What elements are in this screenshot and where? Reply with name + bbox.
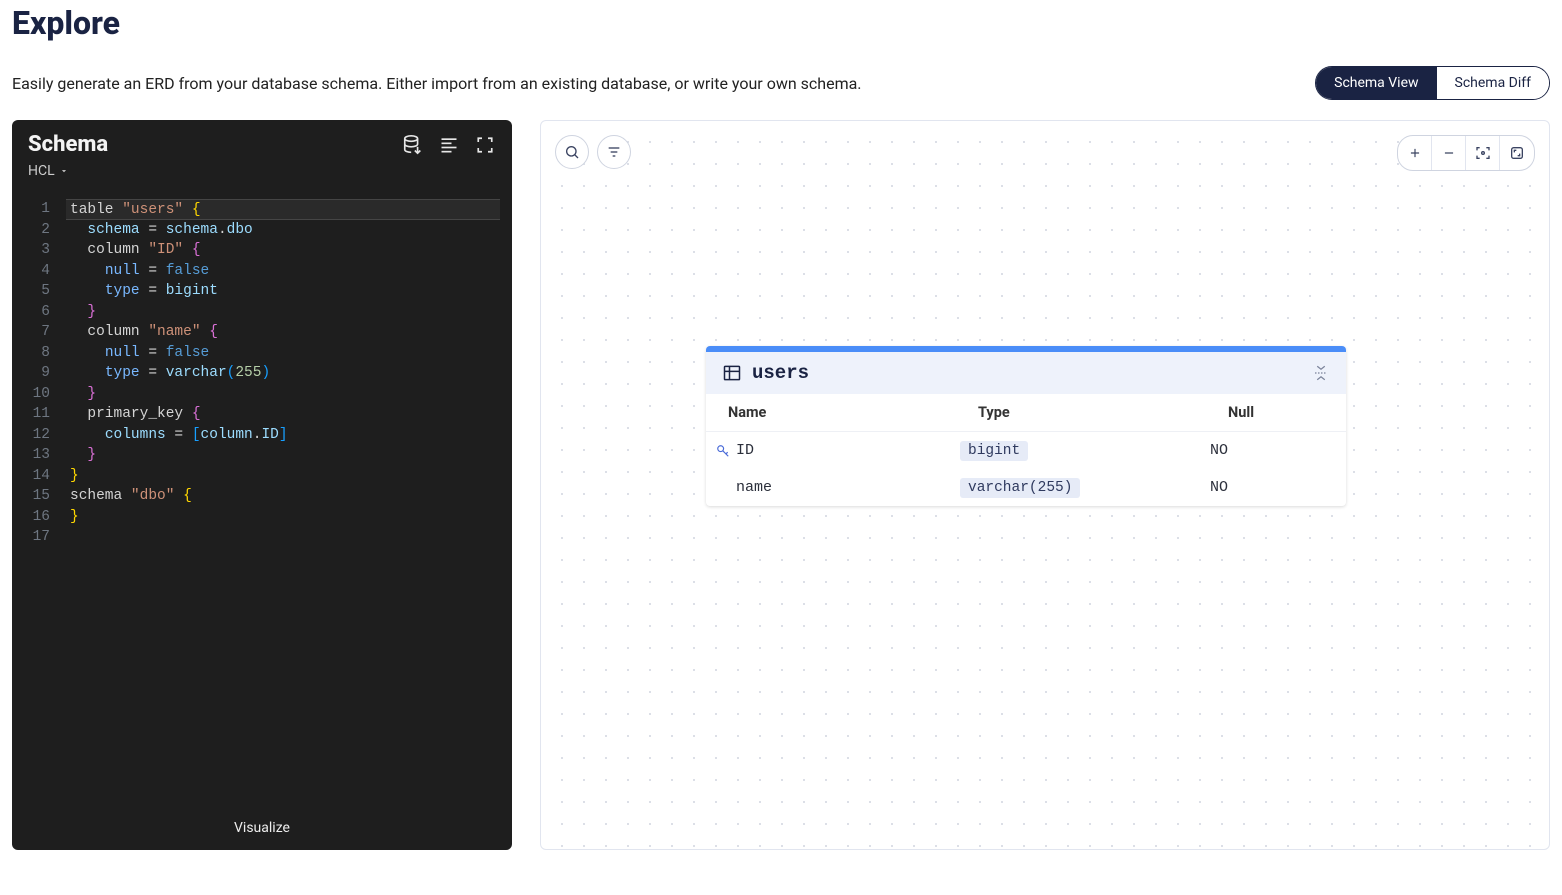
focus-icon [1475,145,1491,161]
tab-schema-diff[interactable]: Schema Diff [1437,67,1549,99]
erd-type-badge: varchar(255) [960,478,1080,498]
language-label: HCL [28,163,55,179]
fit-view-button[interactable] [1466,136,1500,170]
erd-type-badge: bigint [960,441,1028,461]
erd-header-type: Type [978,404,1228,421]
page-title: Explore [12,4,1550,42]
fullscreen-icon[interactable] [474,134,496,156]
primary-key-icon [714,444,732,458]
plus-icon [1408,146,1422,160]
expand-all-button[interactable] [1500,136,1534,170]
filter-button[interactable] [597,135,631,169]
language-selector[interactable]: HCL [12,159,512,189]
expand-icon [1509,145,1525,161]
visualize-button[interactable]: Visualize [12,806,512,850]
erd-col-name-value: ID [736,442,754,459]
chevron-down-icon [59,166,69,176]
code-content[interactable]: table "users" { schema = schema.dbo colu… [66,189,512,806]
tab-schema-view[interactable]: Schema View [1316,67,1436,99]
schema-panel: Schema [12,120,512,850]
zoom-out-button[interactable] [1432,136,1466,170]
erd-table-name: users [752,362,809,384]
code-editor[interactable]: 1234567891011121314151617 table "users" … [12,189,512,806]
format-icon[interactable] [438,134,460,156]
erd-null-value: NO [1210,479,1330,496]
search-button[interactable] [555,135,589,169]
database-import-icon[interactable] [402,134,424,156]
collapse-icon[interactable] [1312,364,1330,382]
schema-panel-title: Schema [28,132,108,157]
erd-col-name-value: name [736,479,772,496]
erd-null-value: NO [1210,442,1330,459]
erd-table-card[interactable]: users Name Type Null ID bigint NO name varch… [706,346,1346,506]
zoom-in-button[interactable] [1398,136,1432,170]
erd-header-row: Name Type Null [706,394,1346,432]
minus-icon [1442,146,1456,160]
erd-row[interactable]: name varchar(255) NO [706,469,1346,506]
filter-icon [606,144,622,160]
page-subtitle: Easily generate an ERD from your databas… [12,74,862,93]
erd-header-name: Name [728,404,978,421]
erd-row[interactable]: ID bigint NO [706,432,1346,469]
line-numbers: 1234567891011121314151617 [12,189,66,806]
table-icon [722,363,742,383]
erd-header-null: Null [1228,404,1330,421]
view-tabs: Schema View Schema Diff [1315,66,1550,100]
search-icon [564,144,580,160]
diagram-canvas[interactable]: users Name Type Null ID bigint NO name varch… [540,120,1550,850]
